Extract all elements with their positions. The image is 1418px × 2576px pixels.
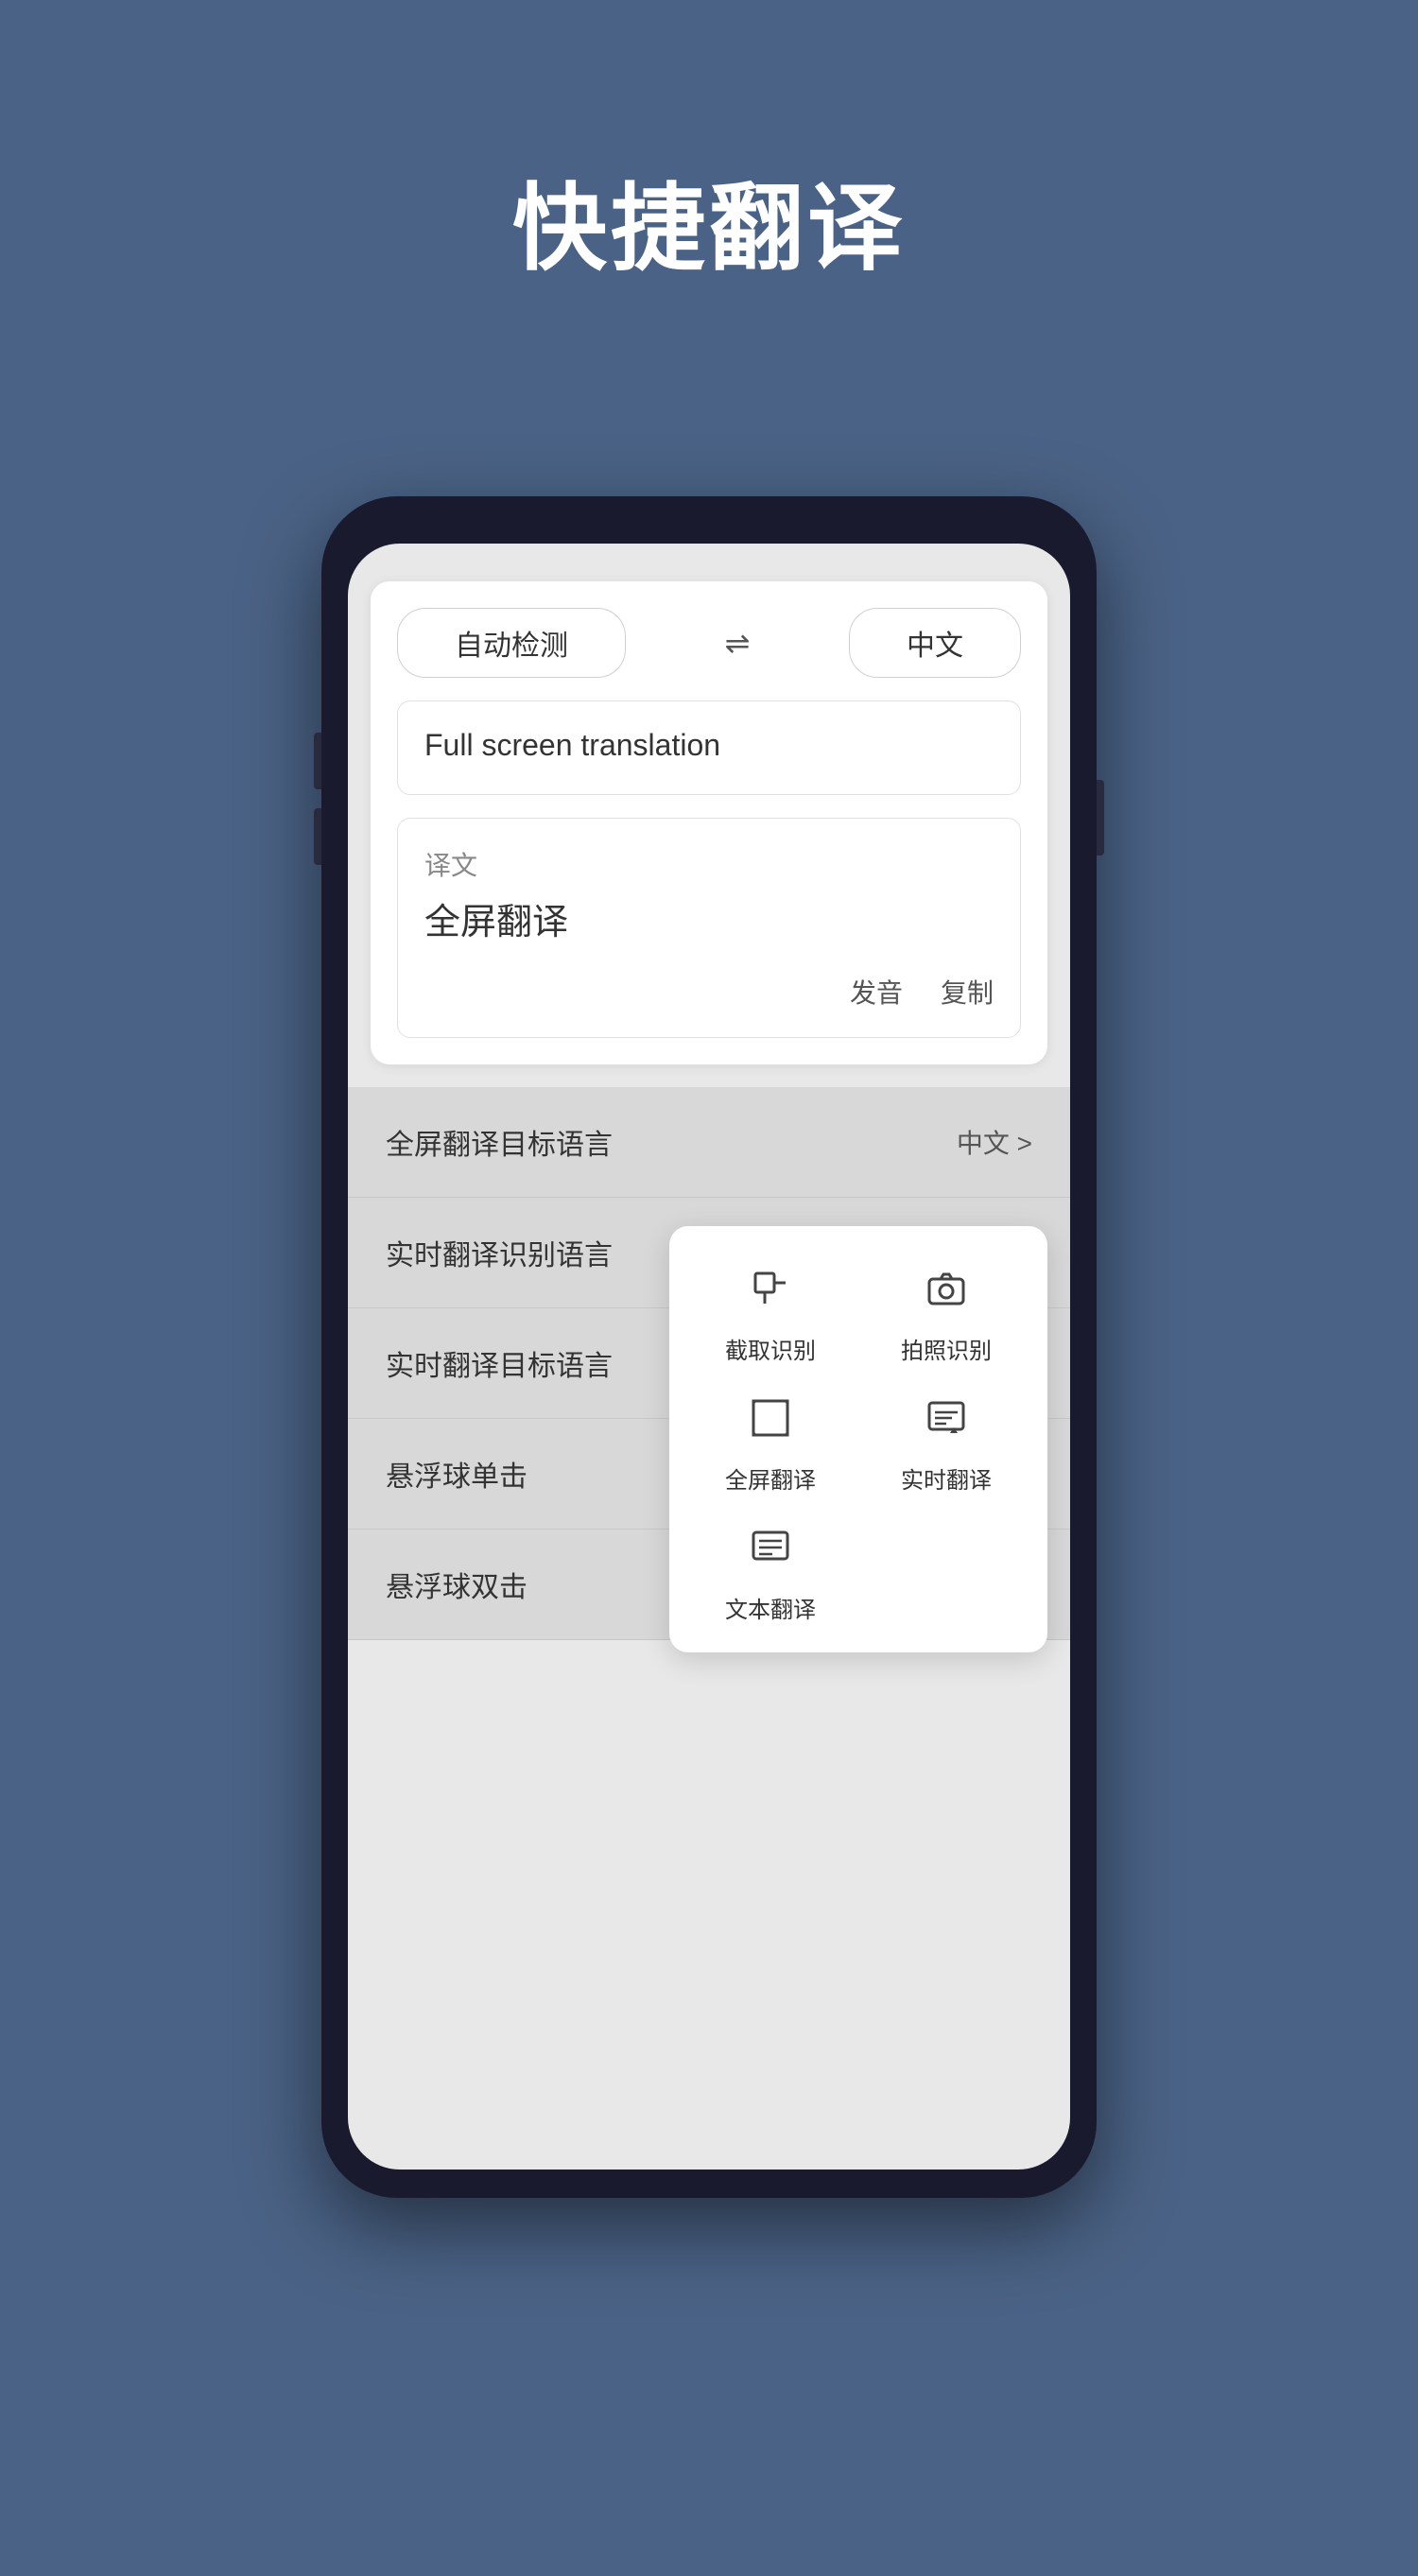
- settings-label-realtime-source: 实时翻译识别语言: [386, 1232, 613, 1273]
- popup-label-fullscreen: 全屏翻译: [725, 1461, 816, 1495]
- swap-languages-icon[interactable]: ⇌: [709, 625, 766, 661]
- popup-label-realtime: 实时翻译: [901, 1461, 992, 1495]
- translation-result-area: 译文 全屏翻译 发音 复制: [397, 818, 1021, 1038]
- settings-value-fullscreen-target: 中文 >: [957, 1123, 1032, 1161]
- settings-area: 全屏翻译目标语言 中文 > 实时翻译识别语言 实时翻译目标语言: [348, 1087, 1070, 1640]
- phone-mockup: 自动检测 ⇌ 中文 Full screen translation 译文 全屏翻…: [321, 496, 1097, 2198]
- translation-panel: 自动检测 ⇌ 中文 Full screen translation 译文 全屏翻…: [371, 581, 1047, 1064]
- popup-item-camera[interactable]: 拍照识别: [868, 1254, 1025, 1365]
- target-language-button[interactable]: 中文: [849, 608, 1021, 678]
- side-button-left-top: [314, 733, 321, 789]
- popup-label-crop: 截取识别: [725, 1332, 816, 1365]
- pronounce-button[interactable]: 发音: [850, 973, 903, 1011]
- realtime-icon: [912, 1384, 980, 1452]
- popup-item-text[interactable]: 文本翻译: [692, 1513, 849, 1624]
- result-text: 全屏翻译: [424, 892, 994, 944]
- settings-label-fullscreen-target: 全屏翻译目标语言: [386, 1121, 613, 1163]
- page-title: 快捷翻译: [512, 151, 906, 288]
- side-button-left-bottom: [314, 808, 321, 865]
- quick-action-popup: 截取识别 拍照识别: [669, 1226, 1047, 1652]
- result-label: 译文: [424, 845, 994, 883]
- phone-screen: 自动检测 ⇌ 中文 Full screen translation 译文 全屏翻…: [348, 544, 1070, 2170]
- translation-input[interactable]: Full screen translation: [397, 700, 1021, 795]
- language-selector-row: 自动检测 ⇌ 中文: [397, 608, 1021, 678]
- popup-label-text: 文本翻译: [725, 1591, 816, 1624]
- popup-label-camera: 拍照识别: [901, 1332, 992, 1365]
- settings-label-realtime-target: 实时翻译目标语言: [386, 1342, 613, 1384]
- popup-item-crop[interactable]: 截取识别: [692, 1254, 849, 1365]
- source-language-button[interactable]: 自动检测: [397, 608, 626, 678]
- crop-icon: [736, 1254, 804, 1323]
- camera-icon: [912, 1254, 980, 1323]
- settings-row-fullscreen-target[interactable]: 全屏翻译目标语言 中文 >: [348, 1087, 1070, 1198]
- popup-container: 实时翻译识别语言 实时翻译目标语言: [348, 1198, 1070, 1419]
- popup-item-fullscreen[interactable]: 全屏翻译: [692, 1384, 849, 1495]
- fullscreen-icon: [736, 1384, 804, 1452]
- phone-frame: 自动检测 ⇌ 中文 Full screen translation 译文 全屏翻…: [321, 496, 1097, 2198]
- copy-button[interactable]: 复制: [941, 973, 994, 1011]
- settings-label-float-double: 悬浮球双击: [386, 1564, 527, 1605]
- result-actions: 发音 复制: [424, 973, 994, 1011]
- popup-item-realtime[interactable]: 实时翻译: [868, 1384, 1025, 1495]
- text-icon: [736, 1513, 804, 1582]
- settings-label-float-single: 悬浮球单击: [386, 1453, 527, 1495]
